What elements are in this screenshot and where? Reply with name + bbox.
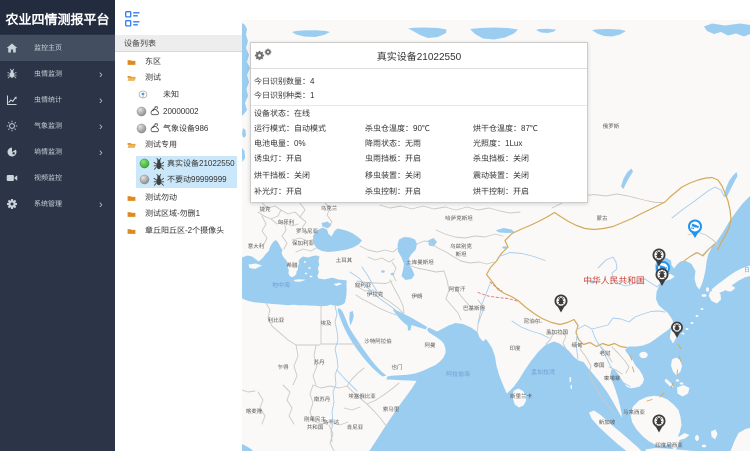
svg-text:乌克兰: 乌克兰 xyxy=(321,204,338,212)
svg-text:捷克: 捷克 xyxy=(259,205,271,213)
svg-text:地中海: 地中海 xyxy=(272,280,290,289)
svg-text:新加坡: 新加坡 xyxy=(599,418,616,426)
svg-text:斯里兰卡: 斯里兰卡 xyxy=(510,392,533,400)
svg-text:南苏丹: 南苏丹 xyxy=(314,395,331,403)
svg-text:也门: 也门 xyxy=(391,363,402,371)
svg-text:索马里: 索马里 xyxy=(383,405,400,413)
svg-text:匈牙利: 匈牙利 xyxy=(278,218,295,226)
svg-text:尼泊尔: 尼泊尔 xyxy=(524,317,541,325)
svg-text:伊朗: 伊朗 xyxy=(411,292,423,300)
svg-text:乍得: 乍得 xyxy=(277,363,289,371)
svg-text:苏丹: 苏丹 xyxy=(313,358,325,366)
svg-text:柬埔寨: 柬埔寨 xyxy=(604,374,621,382)
svg-text:叙利亚: 叙利亚 xyxy=(355,281,372,289)
svg-text:利比亚: 利比亚 xyxy=(268,316,285,324)
svg-text:斯坦: 斯坦 xyxy=(455,250,467,258)
svg-text:刚果民主: 刚果民主 xyxy=(304,415,327,423)
svg-text:埃塞俄比亚: 埃塞俄比亚 xyxy=(348,392,376,400)
svg-text:共和国: 共和国 xyxy=(307,423,324,431)
svg-text:阿拉伯海: 阿拉伯海 xyxy=(446,369,470,378)
svg-text:中华人民共和国: 中华人民共和国 xyxy=(583,274,645,287)
svg-text:哈萨克斯坦: 哈萨克斯坦 xyxy=(445,214,473,222)
svg-text:伊拉克: 伊拉克 xyxy=(367,290,384,298)
svg-text:孟加拉湾: 孟加拉湾 xyxy=(531,367,555,376)
svg-text:缅甸: 缅甸 xyxy=(571,341,583,349)
svg-text:印度尼西亚: 印度尼西亚 xyxy=(655,441,683,449)
svg-text:埃及: 埃及 xyxy=(320,319,332,327)
svg-text:喀麦隆: 喀麦隆 xyxy=(246,407,263,415)
svg-text:希腊: 希腊 xyxy=(286,261,298,269)
svg-text:印度: 印度 xyxy=(509,344,521,352)
svg-text:马来西亚: 马来西亚 xyxy=(623,408,646,416)
svg-text:泰国: 泰国 xyxy=(593,361,605,369)
svg-text:巴基斯坦: 巴基斯坦 xyxy=(463,304,486,312)
svg-text:土耳其: 土耳其 xyxy=(336,256,353,264)
svg-text:意大利: 意大利 xyxy=(248,242,265,250)
svg-text:老挝: 老挝 xyxy=(599,349,611,357)
svg-text:土库曼斯坦: 土库曼斯坦 xyxy=(406,258,434,266)
svg-text:蒙古: 蒙古 xyxy=(596,214,608,222)
svg-text:保加利亚: 保加利亚 xyxy=(292,239,315,247)
svg-text:日本海: 日本海 xyxy=(744,265,750,274)
svg-text:罗马尼亚: 罗马尼亚 xyxy=(296,227,319,235)
svg-text:阿富汗: 阿富汗 xyxy=(449,285,466,293)
svg-text:孟加拉国: 孟加拉国 xyxy=(546,328,569,336)
svg-text:肯尼亚: 肯尼亚 xyxy=(347,423,364,431)
svg-text:俄罗斯: 俄罗斯 xyxy=(603,122,620,130)
svg-text:阿曼: 阿曼 xyxy=(424,341,436,349)
svg-text:乌兹别克: 乌兹别克 xyxy=(450,242,473,250)
svg-text:沙特阿拉伯: 沙特阿拉伯 xyxy=(364,337,392,345)
